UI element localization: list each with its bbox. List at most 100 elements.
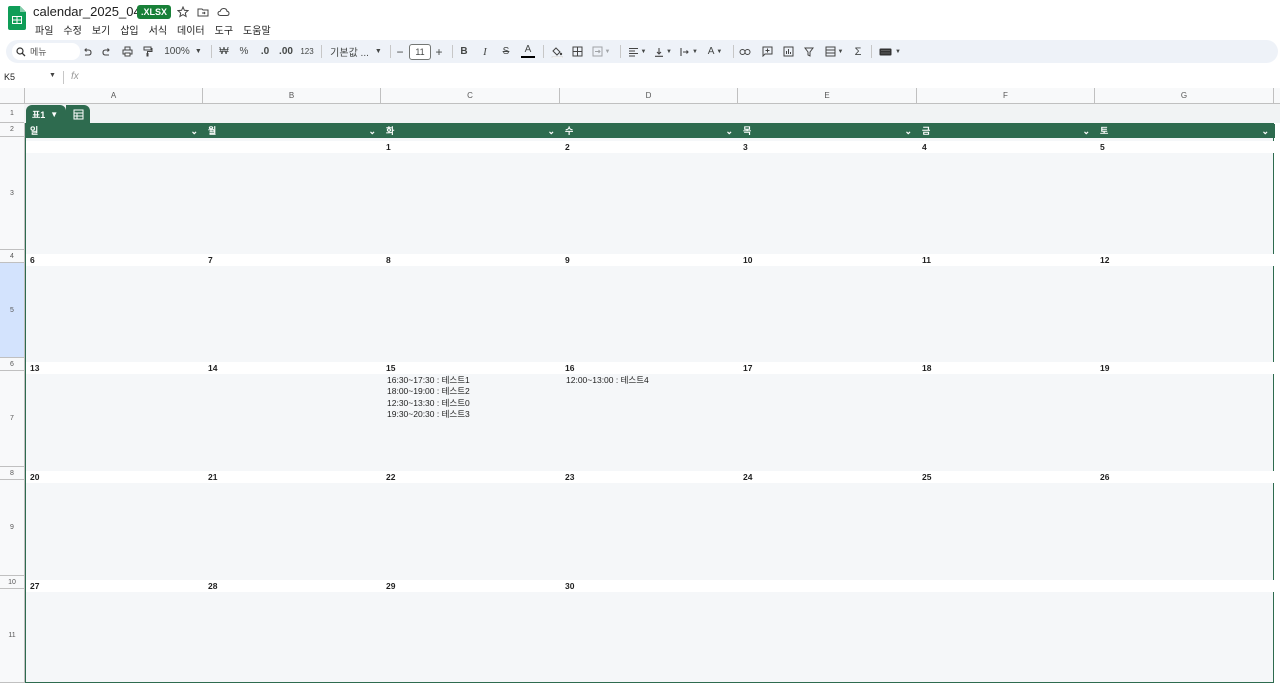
event-entry[interactable]: 18:00~19:00 : 테스트2 [387,386,470,397]
date-cell[interactable]: 6 [26,254,204,266]
paint-format-button[interactable] [140,43,154,60]
date-cell[interactable]: 29 [382,580,561,592]
column-menu-chevron-icon[interactable]: ⌄ [368,124,376,138]
weekday-header[interactable]: 토 ⌄ [1096,124,1275,138]
undo-button[interactable] [80,43,94,60]
italic-button[interactable]: I [479,43,491,60]
date-cell[interactable]: 16 [561,362,739,374]
menu-data[interactable]: 데이터 [177,22,205,37]
event-entry[interactable]: 12:30~13:30 : 테스트0 [387,398,470,409]
font-family-select[interactable]: 기본값 ... ▼ [328,43,384,60]
sheets-logo-icon[interactable] [8,6,26,30]
weekday-header[interactable]: 수 ⌄ [561,124,739,138]
column-menu-chevron-icon[interactable]: ⌄ [190,124,198,138]
weekday-header[interactable]: 일 ⌄ [26,124,204,138]
column-menu-chevron-icon[interactable]: ⌄ [547,124,555,138]
date-cell[interactable]: 17 [739,362,918,374]
date-cell[interactable]: 7 [204,254,382,266]
menu-help[interactable]: 도움말 [243,22,271,37]
date-cell[interactable]: 13 [26,362,204,374]
date-cell[interactable]: 20 [26,471,204,483]
date-cell[interactable]: 2 [561,141,739,153]
weekday-header[interactable]: 월 ⌄ [204,124,382,138]
percent-button[interactable]: % [238,43,250,60]
column-header[interactable]: C [381,88,560,104]
row-header[interactable]: 8 [0,467,25,480]
date-cell[interactable]: 4 [918,141,1096,153]
number-format-button[interactable]: 123 [300,43,314,60]
document-title[interactable]: calendar_2025_04 [33,4,141,19]
name-box[interactable]: K5 [4,72,15,82]
column-header[interactable]: E [738,88,917,104]
input-tools-button[interactable]: ▼ [877,43,903,60]
increase-decimal-button[interactable]: .00 [278,43,294,60]
column-header[interactable]: D [560,88,738,104]
functions-button[interactable]: Σ [851,43,865,60]
weekday-header[interactable]: 금 ⌄ [918,124,1096,138]
column-menu-chevron-icon[interactable]: ⌄ [1261,124,1269,138]
star-icon[interactable] [176,5,190,19]
date-cell[interactable]: 14 [204,362,382,374]
redo-button[interactable] [100,43,114,60]
currency-button[interactable]: ₩ [218,43,230,60]
date-cell[interactable]: 22 [382,471,561,483]
column-menu-chevron-icon[interactable]: ⌄ [1082,124,1090,138]
date-cell[interactable]: 23 [561,471,739,483]
date-cell[interactable]: 18 [918,362,1096,374]
strikethrough-button[interactable]: S [500,43,512,60]
table-options-button[interactable] [66,105,90,124]
date-cell[interactable]: 15 [382,362,561,374]
menu-search-box[interactable]: 메뉴 [12,43,80,60]
menu-view[interactable]: 보기 [92,22,110,37]
row-header[interactable]: 10 [0,576,25,589]
insert-link-button[interactable] [738,43,752,60]
weekday-header[interactable]: 화 ⌄ [382,124,561,138]
decrease-decimal-button[interactable]: .0 [258,43,272,60]
merge-cells-button[interactable]: ▼ [590,43,612,60]
row-header[interactable]: 6 [0,358,25,371]
date-cell[interactable]: 10 [739,254,918,266]
menu-format[interactable]: 서식 [149,22,167,37]
date-cell[interactable]: 25 [918,471,1096,483]
menu-file[interactable]: 파일 [35,22,53,37]
date-cell[interactable]: 28 [204,580,382,592]
filter-views-button[interactable]: ▼ [822,43,846,60]
print-button[interactable] [120,43,134,60]
column-menu-chevron-icon[interactable]: ⌄ [725,124,733,138]
date-cell[interactable]: 26 [1096,471,1275,483]
font-size-increase-button[interactable]: + [434,43,444,60]
row-header[interactable]: 1 [0,104,25,123]
event-entry[interactable]: 19:30~20:30 : 테스트3 [387,409,470,420]
date-cell[interactable]: 21 [204,471,382,483]
borders-button[interactable] [570,43,584,60]
date-cell[interactable]: 27 [26,580,204,592]
date-cell[interactable] [739,580,918,592]
menu-insert[interactable]: 삽입 [120,22,138,37]
date-cell[interactable]: 8 [382,254,561,266]
column-header[interactable]: B [203,88,381,104]
date-cell[interactable] [1096,580,1275,592]
move-folder-icon[interactable] [196,5,210,19]
column-menu-chevron-icon[interactable]: ⌄ [904,124,912,138]
font-size-decrease-button[interactable]: − [395,43,405,60]
date-cell[interactable]: 3 [739,141,918,153]
date-cell[interactable]: 11 [918,254,1096,266]
vertical-align-button[interactable]: ▼ [652,43,674,60]
date-cell[interactable]: 5 [1096,141,1275,153]
horizontal-align-button[interactable]: ▼ [626,43,648,60]
row-header[interactable]: 3 [0,137,25,250]
column-header[interactable]: F [917,88,1095,104]
fill-color-button[interactable] [550,43,564,60]
row-header[interactable]: 5 [0,263,25,358]
date-cell[interactable]: 24 [739,471,918,483]
weekday-header[interactable]: 목 ⌄ [739,124,918,138]
bold-button[interactable]: B [458,43,470,60]
date-cell[interactable] [26,141,204,153]
menu-tools[interactable]: 도구 [215,22,233,37]
row-header[interactable]: 4 [0,250,25,263]
font-size-input[interactable]: 11 [409,44,431,60]
row-header[interactable]: 9 [0,480,25,576]
zoom-select[interactable]: 100% ▼ [162,43,204,60]
event-entry[interactable]: 12:00~13:00 : 테스트4 [566,375,649,386]
text-wrap-button[interactable]: ▼ [678,43,700,60]
